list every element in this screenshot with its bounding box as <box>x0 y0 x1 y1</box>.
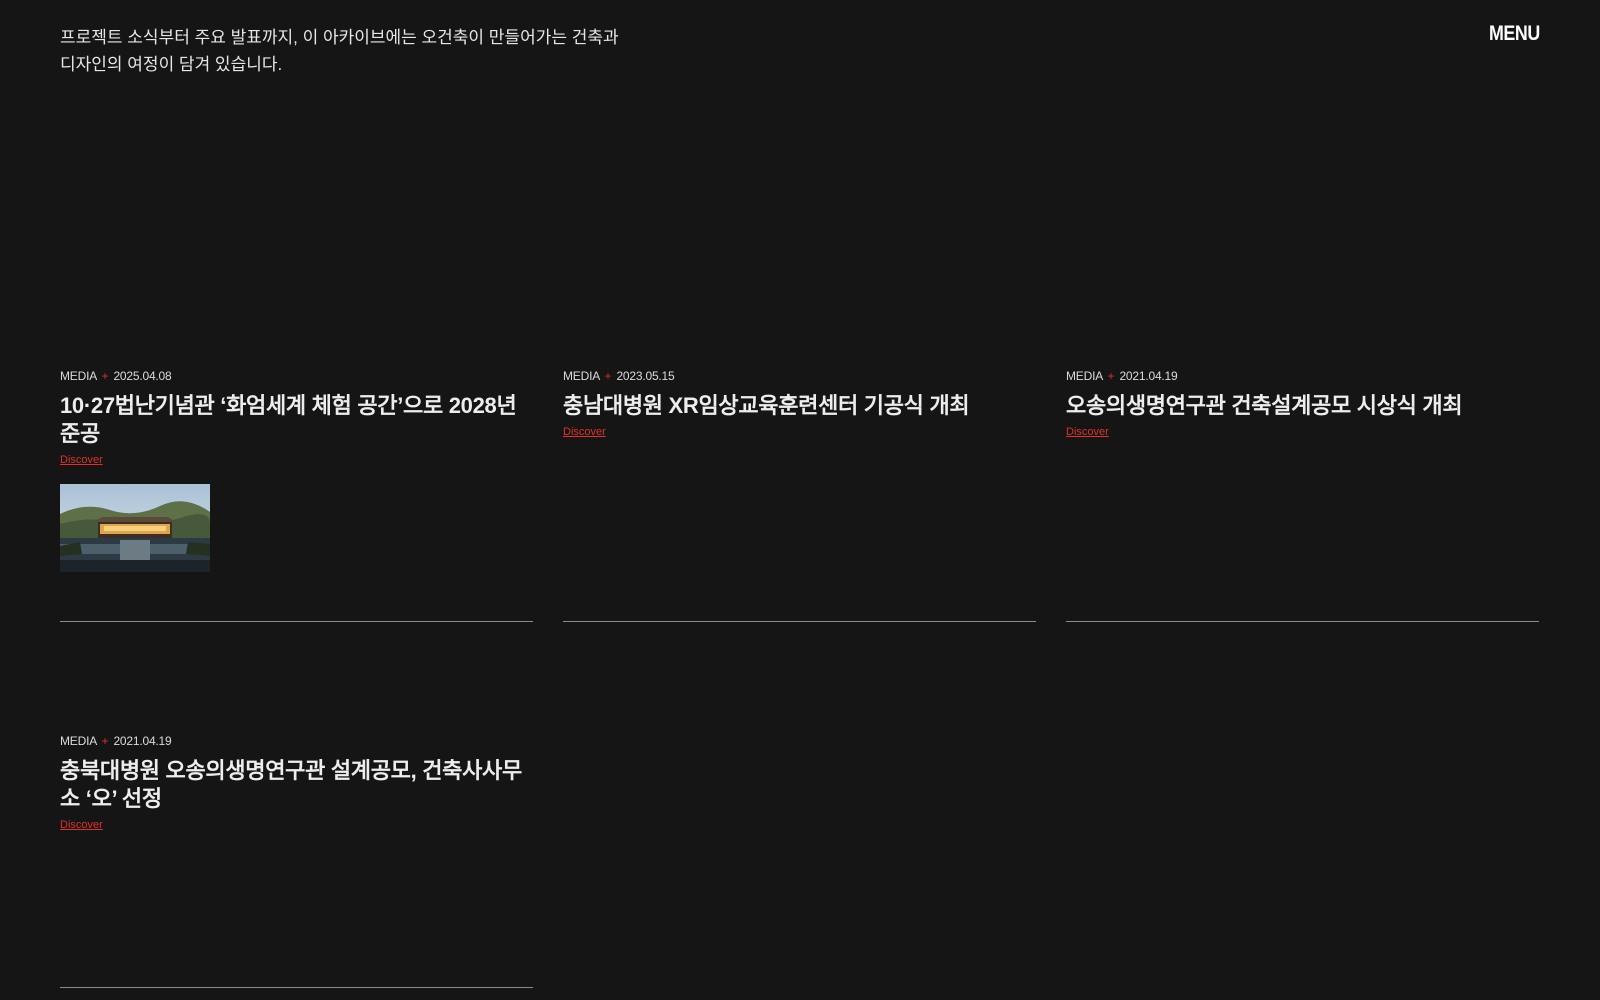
card-category: MEDIA <box>563 369 600 383</box>
card-date: 2021.04.19 <box>1119 369 1178 383</box>
card-title[interactable]: 오송의생명연구관 건축설계공모 시상식 개최 <box>1066 392 1539 420</box>
intro-text: 프로젝트 소식부터 주요 발표까지, 이 아카이브에는 오건축이 만들어가는 건… <box>60 24 620 78</box>
card-thumbnail[interactable] <box>60 484 210 572</box>
discover-link[interactable]: Discover <box>1066 426 1109 438</box>
discover-link[interactable]: Discover <box>563 426 606 438</box>
card-date: 2025.04.08 <box>113 369 172 383</box>
news-card[interactable]: MEDIA + 2021.04.19 충북대병원 오송의생명연구관 설계공모, … <box>60 733 533 988</box>
discover-link[interactable]: Discover <box>60 454 103 466</box>
news-card[interactable]: MEDIA + 2021.04.19 오송의생명연구관 건축설계공모 시상식 개… <box>1066 368 1539 622</box>
plus-separator: + <box>1107 369 1115 383</box>
intro-line-1: 프로젝트 소식부터 주요 발표까지, 이 아카이브에는 오건축이 만들어가는 건… <box>60 28 619 47</box>
news-card[interactable]: MEDIA + 2023.05.15 충남대병원 XR임상교육훈련센터 기공식 … <box>563 368 1036 622</box>
card-category: MEDIA <box>60 369 97 383</box>
intro-line-2: 디자인의 여정이 담겨 있습니다. <box>60 55 283 74</box>
card-meta: MEDIA + 2021.04.19 <box>1066 368 1539 384</box>
plus-separator: + <box>101 734 109 748</box>
card-date: 2021.04.19 <box>113 734 172 748</box>
card-title[interactable]: 충북대병원 오송의생명연구관 설계공모, 건축사사무소 ‘오’ 선정 <box>60 757 533 813</box>
card-category: MEDIA <box>1066 369 1103 383</box>
news-card[interactable]: MEDIA + 2025.04.08 10·27법난기념관 ‘화엄세계 체험 공… <box>60 368 533 622</box>
card-date: 2023.05.15 <box>616 369 675 383</box>
discover-link[interactable]: Discover <box>60 819 103 831</box>
card-category: MEDIA <box>60 734 97 748</box>
card-title[interactable]: 10·27법난기념관 ‘화엄세계 체험 공간’으로 2028년 준공 <box>60 392 533 448</box>
card-meta: MEDIA + 2025.04.08 <box>60 368 533 384</box>
plus-separator: + <box>101 369 109 383</box>
menu-button[interactable]: MENU <box>1489 22 1540 46</box>
card-meta: MEDIA + 2023.05.15 <box>563 368 1036 384</box>
plus-separator: + <box>604 369 612 383</box>
card-meta: MEDIA + 2021.04.19 <box>60 733 533 749</box>
card-title[interactable]: 충남대병원 XR임상교육훈련센터 기공식 개최 <box>563 392 1036 420</box>
